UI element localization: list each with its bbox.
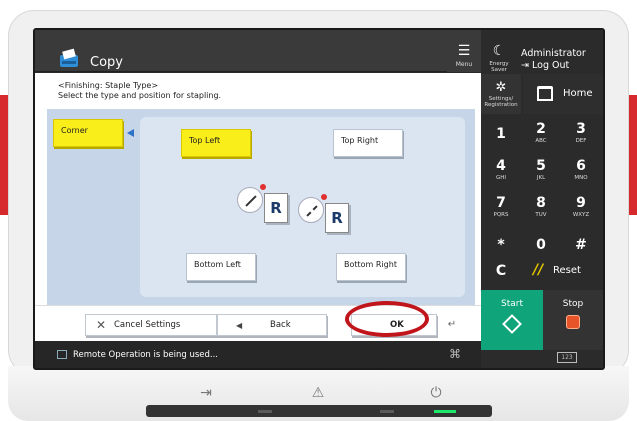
document-icon: R <box>264 193 288 223</box>
status-led-active <box>434 410 456 413</box>
key-3[interactable]: 3 DEF <box>561 116 601 153</box>
clear-button[interactable]: C <box>481 252 521 289</box>
enter-icon: ↵ <box>447 319 457 330</box>
reset-button[interactable]: // Reset <box>521 252 603 289</box>
page-title: Copy <box>90 55 123 70</box>
key-7[interactable]: 7 PQRS <box>481 190 521 227</box>
login-icon[interactable]: ⇥ <box>198 385 214 401</box>
key-4[interactable]: 4 GHI <box>481 153 521 190</box>
touch-screen: Copy ☰ Menu ☾ Energy Saver Administrator… <box>35 30 603 368</box>
status-message: Remote Operation is being used... <box>73 350 219 360</box>
staple-double-icon <box>298 197 324 223</box>
copy-icon <box>60 48 78 67</box>
bottom-right-button[interactable]: Bottom Right <box>336 253 406 281</box>
staple-settings-area: Corner Top Left Top Right R R Bottom Lef… <box>47 109 475 305</box>
key-1[interactable]: 1 <box>481 116 521 153</box>
document-icon: R <box>325 203 349 233</box>
user-info: Administrator ⇥ Log Out <box>521 48 586 72</box>
ok-highlight-ring <box>345 301 429 337</box>
counter-button[interactable]: 123 <box>557 352 577 363</box>
instruction-text: <Finishing: Staple Type> Select the type… <box>58 81 222 100</box>
status-led <box>380 410 394 413</box>
start-button[interactable]: Start <box>481 290 543 350</box>
home-icon <box>537 86 553 101</box>
selection-arrow-icon <box>127 129 134 137</box>
reset-icon: // <box>533 262 544 278</box>
logout-icon: ⇥ <box>521 60 529 71</box>
remote-ui-icon[interactable]: ⌘ <box>449 347 461 361</box>
status-bar: Remote Operation is being used... ⌘ <box>35 341 481 368</box>
key-2[interactable]: 2 ABC <box>521 116 561 153</box>
title-bar: Copy <box>35 30 447 72</box>
remote-operation-icon <box>57 350 67 359</box>
back-arrow-icon: ◀ <box>236 321 243 330</box>
cancel-settings-button[interactable]: ✕ Cancel Settings <box>85 314 217 336</box>
warning-icon: ⚠ <box>311 385 325 401</box>
bottom-left-button[interactable]: Bottom Left <box>186 253 256 281</box>
settings-registration-button[interactable]: ✲ Settings/ Registration <box>481 74 521 114</box>
staple-single-icon <box>237 187 263 213</box>
key-5[interactable]: 5 JKL <box>521 153 561 190</box>
close-icon: ✕ <box>96 318 107 332</box>
corner-button[interactable]: Corner <box>53 119 123 147</box>
staple-position-dot <box>321 194 327 200</box>
user-name: Administrator <box>521 48 586 59</box>
logout-button[interactable]: ⇥ Log Out <box>521 60 586 72</box>
printer-device: ⇥ ⚠ ⏻ Copy ☰ Menu ☾ Energy Saver Adminis… <box>8 0 629 421</box>
energy-saver-button[interactable]: ☾ Energy Saver <box>481 30 517 73</box>
power-icon[interactable]: ⏻ <box>428 385 444 401</box>
main-content: <Finishing: Staple Type> Select the type… <box>35 73 481 341</box>
menu-icon: ☰ <box>457 43 471 59</box>
control-panel: ☾ Energy Saver Administrator ⇥ Log Out ✲… <box>481 30 603 368</box>
status-led <box>258 410 272 413</box>
staple-position-panel: Top Left Top Right R R Bottom Left Botto… <box>140 117 465 297</box>
key-8[interactable]: 8 TUV <box>521 190 561 227</box>
start-icon <box>502 314 522 334</box>
stop-icon <box>566 315 580 329</box>
stop-button[interactable]: Stop <box>543 290 603 350</box>
home-button[interactable]: Home <box>523 74 603 114</box>
settings-icon: ✲ <box>495 80 507 95</box>
menu-button[interactable]: ☰ Menu <box>447 30 481 72</box>
top-left-button[interactable]: Top Left <box>181 129 251 157</box>
top-right-button[interactable]: Top Right <box>333 129 403 157</box>
key-9[interactable]: 9 WXYZ <box>561 190 601 227</box>
back-button[interactable]: ◀ Back <box>217 314 327 336</box>
moon-icon: ☾ <box>492 43 506 59</box>
key-6[interactable]: 6 MNO <box>561 153 601 190</box>
staple-position-dot <box>260 184 266 190</box>
